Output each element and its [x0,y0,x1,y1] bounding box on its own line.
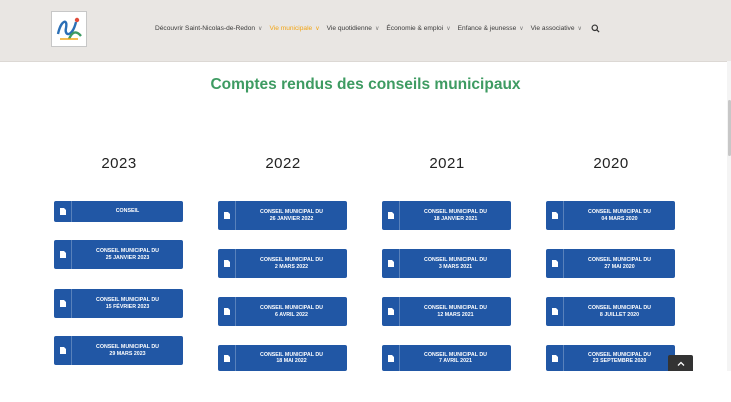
year-column-2023: 2023 [54,155,184,202]
year-heading: 2020 [593,155,629,172]
nav-item-vie-associative[interactable]: Vie associative ∨ [531,25,582,32]
document-icon [382,201,400,230]
nav-item-vie-quotidienne[interactable]: Vie quotidienne ∨ [327,25,380,32]
report-button-label: CONSEIL MUNICIPAL DU 8 JUILLET 2020 [588,305,651,318]
year-heading: 2023 [101,155,137,172]
nav-label: Découvrir Saint-Nicolas-de-Redon [155,24,256,32]
chevron-down-icon: ∨ [315,25,320,32]
report-button-label: CONSEIL MUNICIPAL DU 23 SEPTEMBRE 2020 [588,351,651,365]
site-logo[interactable] [51,11,87,47]
year-column-2022: 2022 [218,155,348,202]
report-button[interactable]: CONSEIL MUNICIPAL DU 12 MARS 2021 [382,297,511,326]
logo-icon [53,13,85,45]
document-icon [382,249,400,278]
nav-label: Enfance & jeunesse [457,24,517,32]
report-button[interactable]: CONSEIL MUNICIPAL DU 3 MARS 2021 [382,249,511,278]
site-header: Découvrir Saint-Nicolas-de-Redon ∨ Vie mu… [0,0,731,62]
document-icon [218,201,236,230]
nav-item-enfance-jeunesse[interactable]: Enfance & jeunesse ∨ [458,25,524,32]
report-button[interactable]: CONSEIL MUNICIPAL DU 18 MAI 2022 [218,345,347,371]
year-heading: 2022 [265,155,301,172]
year-column-2020: 2020 [546,155,676,202]
report-button-label: CONSEIL MUNICIPAL DU 27 MAI 2020 [588,257,651,270]
page-bottom-area [0,371,731,402]
chevron-up-icon [677,361,684,366]
report-button-label: CONSEIL [115,208,140,215]
report-button[interactable]: CONSEIL MUNICIPAL DU 15 FÉVRIER 2023 [54,289,183,318]
report-button[interactable]: CONSEIL MUNICIPAL DU 2 MARS 2022 [218,249,347,278]
year-column-2021: 2021 [382,155,512,202]
document-icon [54,240,72,269]
nav-label: Vie municipale [269,24,313,32]
report-button[interactable]: CONSEIL MUNICIPAL DU 23 SEPTEMBRE 2020 [546,345,675,371]
report-button-label: CONSEIL MUNICIPAL DU 15 FÉVRIER 2023 [96,297,159,310]
nav-label: Économie & emploi [386,24,444,32]
nav-item-decouvrir[interactable]: Découvrir Saint-Nicolas-de-Redon ∨ [155,25,262,32]
report-button-label: CONSEIL MUNICIPAL DU 18 MAI 2022 [260,351,323,365]
report-button-label: CONSEIL MUNICIPAL DU 12 MARS 2021 [424,305,487,318]
document-icon [218,345,236,371]
report-button[interactable]: CONSEIL MUNICIPAL DU 6 AVRIL 2022 [218,297,347,326]
chevron-down-icon: ∨ [446,25,451,32]
chevron-down-icon: ∨ [258,25,263,32]
nav-label: Vie quotidienne [326,24,372,32]
document-icon [546,249,564,278]
main-nav: Découvrir Saint-Nicolas-de-Redon ∨ Vie mu… [155,22,600,34]
document-icon [382,297,400,326]
document-icon [382,345,400,371]
page-title: Comptes rendus des conseils municipaux [210,76,521,93]
document-icon [546,345,564,371]
chevron-down-icon: ∨ [374,25,380,32]
scroll-to-top-button[interactable] [668,355,693,371]
nav-label: Vie associative [530,24,575,32]
report-button-label: CONSEIL MUNICIPAL DU 29 MARS 2023 [96,344,159,357]
report-button[interactable]: CONSEIL MUNICIPAL DU 29 MARS 2023 [54,336,183,365]
document-icon [54,201,72,222]
report-button[interactable]: CONSEIL MUNICIPAL DU 8 JUILLET 2020 [546,297,675,326]
report-button[interactable]: CONSEIL MUNICIPAL DU 26 JANVIER 2022 [218,201,347,230]
report-button-label: CONSEIL MUNICIPAL DU 25 JANVIER 2023 [96,248,159,261]
document-icon [218,297,236,326]
chevron-down-icon: ∨ [577,25,582,32]
year-heading: 2021 [429,155,465,172]
report-button-label: CONSEIL MUNICIPAL DU 26 JANVIER 2022 [260,209,323,222]
report-button[interactable]: CONSEIL MUNICIPAL DU 25 JANVIER 2023 [54,240,183,269]
report-button-label: CONSEIL MUNICIPAL DU 6 AVRIL 2022 [260,305,323,318]
nav-item-vie-municipale[interactable]: Vie municipale ∨ [269,25,319,32]
report-button-label: CONSEIL MUNICIPAL DU 3 MARS 2021 [424,257,487,270]
document-icon [546,201,564,230]
report-button-label: CONSEIL MUNICIPAL DU 7 AVRIL 2021 [424,351,487,365]
report-button[interactable]: CONSEIL MUNICIPAL DU 04 MARS 2020 [546,201,675,230]
report-button-label: CONSEIL MUNICIPAL DU 04 MARS 2020 [588,209,651,222]
document-icon [54,336,72,365]
report-button[interactable]: CONSEIL MUNICIPAL DU 7 AVRIL 2021 [382,345,511,371]
document-icon [54,289,72,318]
report-button[interactable]: CONSEIL MUNICIPAL DU 27 MAI 2020 [546,249,675,278]
report-button[interactable]: CONSEIL [54,201,183,222]
report-button-label: CONSEIL MUNICIPAL DU 2 MARS 2022 [260,257,323,270]
chevron-down-icon: ∨ [519,25,524,32]
nav-item-economie-emploi[interactable]: Économie & emploi ∨ [386,25,450,32]
search-icon[interactable] [591,23,600,33]
report-button[interactable]: CONSEIL MUNICIPAL DU 18 JANVIER 2021 [382,201,511,230]
document-icon [546,297,564,326]
document-icon [218,249,236,278]
report-button-label: CONSEIL MUNICIPAL DU 18 JANVIER 2021 [424,209,487,222]
